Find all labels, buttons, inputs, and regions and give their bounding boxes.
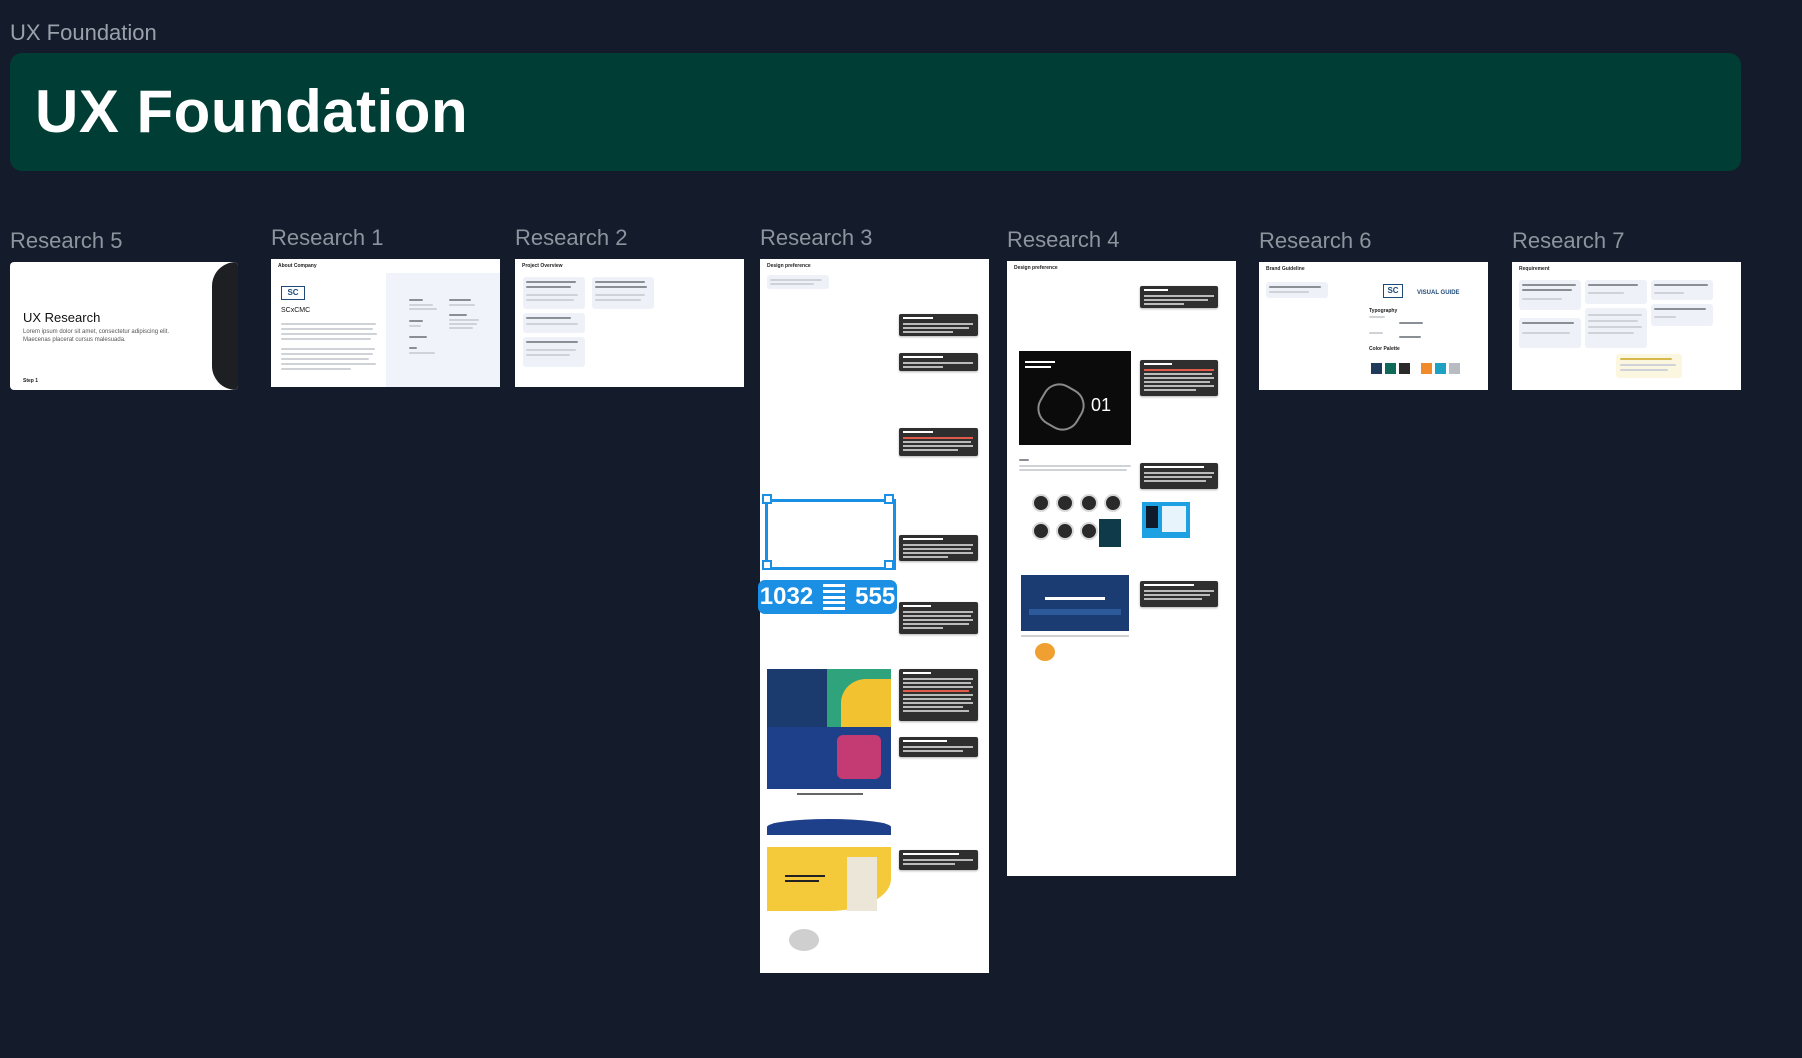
question-card bbox=[1651, 280, 1713, 300]
frame-label-research-1[interactable]: Research 1 bbox=[271, 225, 384, 251]
color-swatch bbox=[1421, 363, 1432, 374]
profile-card-screenshot bbox=[1142, 502, 1190, 538]
comment-note bbox=[899, 353, 978, 371]
question-card bbox=[1266, 282, 1328, 298]
dark-accent-panel bbox=[212, 262, 238, 390]
frame-label-research-7[interactable]: Research 7 bbox=[1512, 228, 1625, 254]
website-screenshot: 01 bbox=[1019, 351, 1131, 445]
hero-number: 01 bbox=[1091, 395, 1112, 415]
selection-height: 555 bbox=[855, 583, 896, 610]
comment-note bbox=[899, 535, 978, 561]
foundation-banner[interactable]: UX Foundation bbox=[10, 53, 1741, 171]
avatar bbox=[1056, 494, 1074, 512]
frame-label-research-3[interactable]: Research 3 bbox=[760, 225, 873, 251]
color-swatch bbox=[1449, 363, 1460, 374]
comment-note bbox=[899, 428, 978, 456]
frame-research-7[interactable]: Requirement bbox=[1512, 262, 1741, 390]
typography-label: Typography bbox=[1369, 308, 1398, 314]
comment-note bbox=[899, 314, 978, 336]
avatar bbox=[1056, 522, 1074, 540]
frame-label-research-4[interactable]: Research 4 bbox=[1007, 227, 1120, 253]
banner-title: UX Foundation bbox=[35, 78, 469, 145]
guide-title: VISUAL GUIDE bbox=[1417, 290, 1460, 296]
avatar bbox=[1104, 494, 1122, 512]
color-swatch bbox=[1385, 363, 1396, 374]
frame-heading: Project Overview bbox=[522, 263, 563, 269]
frame-heading: Design preference bbox=[1014, 265, 1058, 271]
text-lines-icon bbox=[823, 584, 846, 610]
frame-label-research-5[interactable]: Research 5 bbox=[10, 228, 123, 254]
frame-label-research-2[interactable]: Research 2 bbox=[515, 225, 628, 251]
frame-research-3[interactable]: Design preference bbox=[760, 259, 989, 973]
frame-heading: About Company bbox=[278, 263, 317, 269]
website-screenshot bbox=[767, 847, 891, 953]
frame-heading: Design preference bbox=[767, 263, 811, 269]
resize-handle-top-right[interactable] bbox=[884, 494, 894, 504]
palette-label: Color Palette bbox=[1369, 346, 1400, 352]
frame-heading: Brand Guideline bbox=[1266, 266, 1305, 272]
selection-box[interactable] bbox=[765, 499, 896, 570]
comment-note bbox=[899, 669, 978, 721]
resize-handle-bottom-left[interactable] bbox=[762, 560, 772, 570]
comment-note bbox=[1140, 360, 1218, 396]
comment-note bbox=[899, 737, 978, 757]
company-name: SCxCMC bbox=[281, 307, 311, 314]
avatar bbox=[1032, 522, 1050, 540]
comment-note bbox=[1140, 581, 1218, 607]
brand-logo: SC bbox=[1383, 284, 1403, 298]
selection-width: 1032 bbox=[759, 583, 814, 610]
color-swatch bbox=[1399, 363, 1410, 374]
frame-research-4[interactable]: Design preference 01 bbox=[1007, 261, 1236, 876]
frame-label-research-6[interactable]: Research 6 bbox=[1259, 228, 1372, 254]
frame-research-5[interactable]: UX Research Lorem ipsum dolor sit amet, … bbox=[10, 262, 238, 390]
website-screenshot bbox=[767, 727, 891, 835]
team-card bbox=[1099, 519, 1121, 547]
comment-note bbox=[899, 602, 978, 634]
step-label: Step 1 bbox=[23, 378, 39, 384]
avatar bbox=[1080, 522, 1098, 540]
website-screenshot bbox=[767, 659, 891, 727]
question-card bbox=[767, 275, 829, 289]
color-swatch bbox=[1435, 363, 1446, 374]
frame-research-1[interactable]: About Company SC SCxCMC bbox=[271, 259, 500, 387]
comment-note bbox=[1140, 286, 1218, 308]
dimensions-badge: 1032 555 bbox=[758, 580, 897, 614]
frame-research-6[interactable]: Brand Guideline SC VISUAL GUIDE Typograp… bbox=[1259, 262, 1488, 390]
frame-research-2[interactable]: Project Overview bbox=[515, 259, 744, 387]
company-logo: SC bbox=[281, 286, 305, 300]
resize-handle-bottom-right[interactable] bbox=[884, 560, 894, 570]
research-title: UX Research bbox=[23, 310, 101, 325]
section-label[interactable]: UX Foundation bbox=[10, 20, 157, 46]
research-description: Lorem ipsum dolor sit amet, consectetur … bbox=[23, 329, 170, 344]
comment-note bbox=[1140, 463, 1218, 489]
comment-note bbox=[899, 850, 978, 870]
avatar bbox=[1032, 494, 1050, 512]
resize-handle-top-left[interactable] bbox=[762, 494, 772, 504]
info-panel bbox=[386, 273, 500, 387]
color-swatch bbox=[1371, 363, 1382, 374]
frame-heading: Requirement bbox=[1519, 266, 1550, 272]
website-screenshot bbox=[1021, 575, 1129, 665]
avatar bbox=[1080, 494, 1098, 512]
